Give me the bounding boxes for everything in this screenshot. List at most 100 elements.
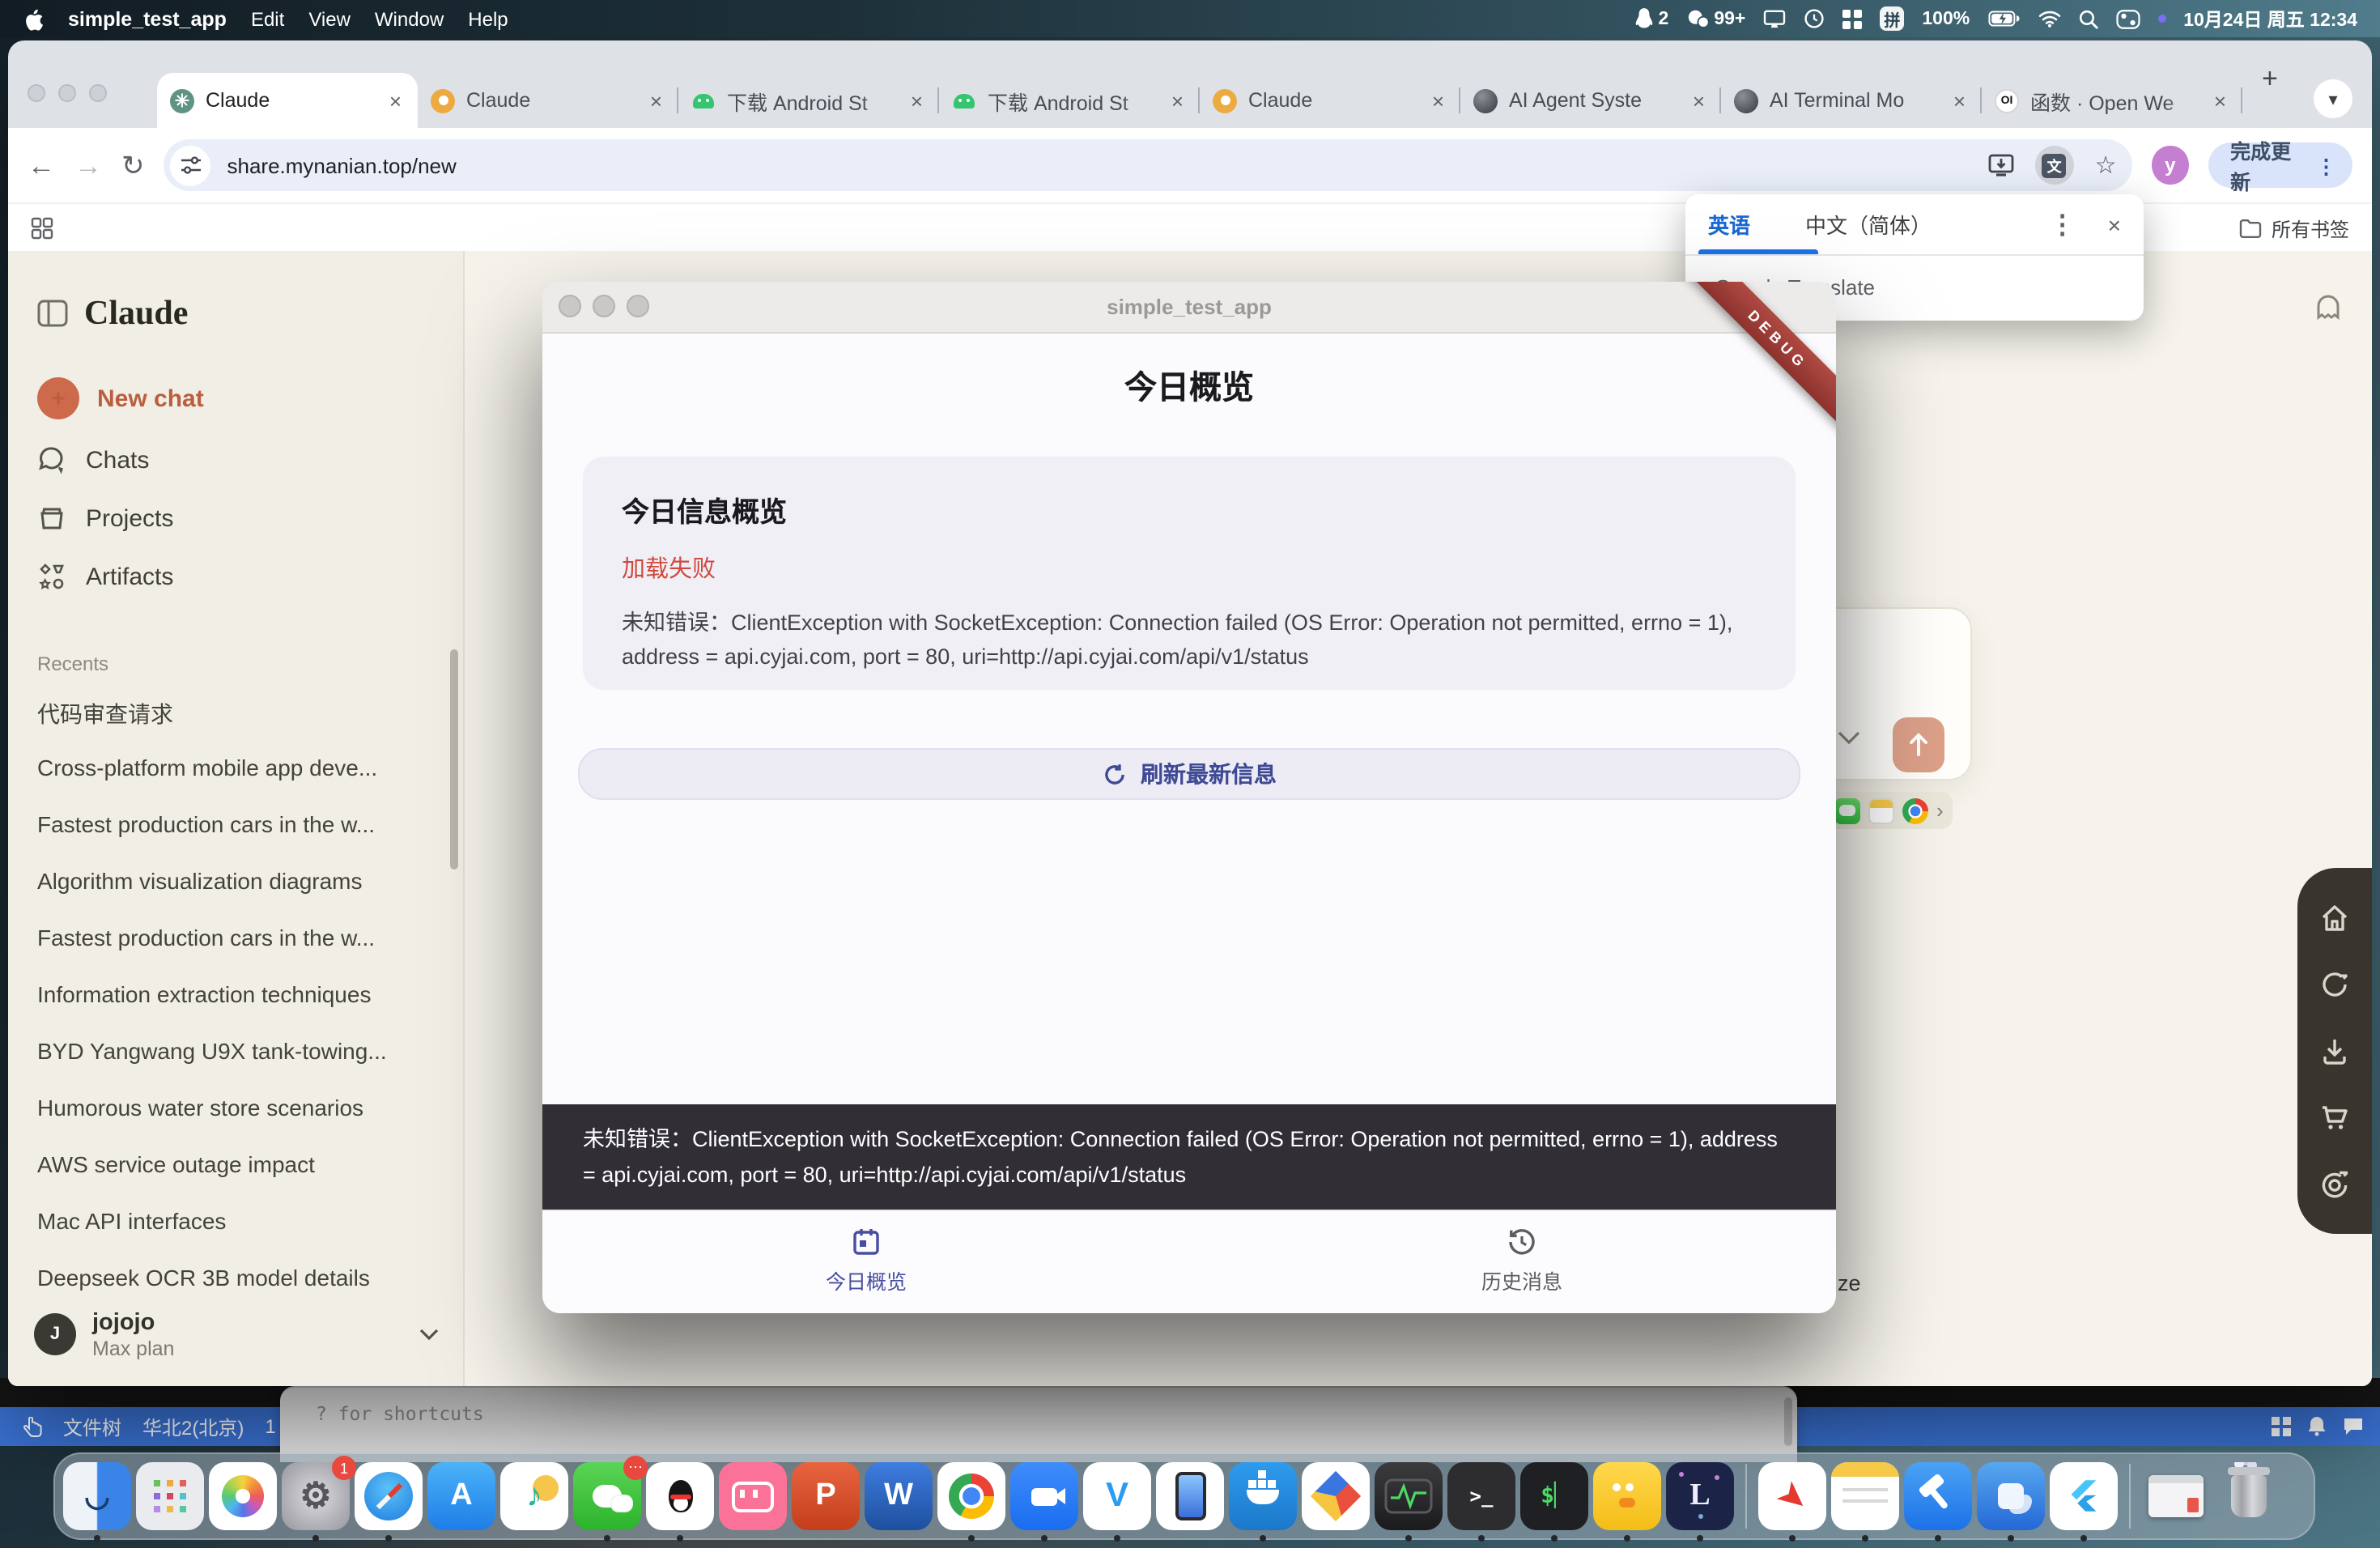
tab-close-icon[interactable]: × — [386, 88, 405, 113]
dock-sunlogin[interactable]: ➤ — [1758, 1462, 1826, 1530]
tab-claude-3[interactable]: Claude× — [1200, 73, 1460, 128]
forward-button[interactable]: → — [74, 151, 102, 179]
all-bookmarks[interactable]: 所有书签 — [2239, 215, 2349, 242]
site-settings-icon[interactable] — [171, 145, 211, 185]
dock-photos[interactable] — [209, 1462, 277, 1530]
dock-lilisi-network[interactable]: L — [1666, 1462, 1734, 1530]
tab-android-studio-2[interactable]: 下载 Android St× — [939, 73, 1200, 128]
tab-ai-agent[interactable]: AI Agent Syste× — [1460, 73, 1721, 128]
home-icon[interactable] — [2318, 902, 2351, 934]
minimize-window-button[interactable] — [58, 84, 76, 102]
chrome-menu-icon[interactable]: ⋮ — [2316, 153, 2336, 177]
dock-chrome[interactable] — [937, 1462, 1005, 1530]
dock-music[interactable]: ♪ — [500, 1462, 568, 1530]
recent-chat[interactable]: Cross-platform mobile app deve... — [37, 755, 442, 780]
dock-docker[interactable] — [1229, 1462, 1297, 1530]
tab-close-icon[interactable]: × — [907, 88, 926, 113]
dock-tencent-meeting[interactable] — [1010, 1462, 1078, 1530]
model-chevron-icon[interactable] — [1838, 730, 1860, 745]
recent-chat[interactable]: Fastest production cars in the w... — [37, 811, 442, 837]
wechat-status-item[interactable]: 99+ — [1686, 9, 1745, 28]
tab-close-icon[interactable]: × — [1168, 88, 1187, 113]
display-icon[interactable] — [1763, 9, 1786, 28]
time-machine-icon[interactable] — [1804, 8, 1825, 29]
taskbar-bell-icon[interactable] — [2307, 1415, 2327, 1436]
sidebar-scrollbar[interactable] — [450, 649, 458, 870]
tab-claude-active[interactable]: ✳Claude× — [157, 73, 418, 128]
dock-qq[interactable] — [646, 1462, 714, 1530]
dock-trash[interactable] — [2215, 1462, 2283, 1530]
dock-cyberduck[interactable] — [1593, 1462, 1661, 1530]
dock-dev-cube[interactable] — [1302, 1462, 1370, 1530]
taskbar-file-tree[interactable]: 文件树 — [63, 1413, 121, 1440]
minimize-window-button[interactable] — [593, 295, 615, 317]
menu-edit[interactable]: Edit — [251, 7, 284, 30]
qq-status-item[interactable]: 2 — [1636, 8, 1669, 29]
recent-chat[interactable]: 代码审查请求 — [37, 698, 442, 730]
profile-avatar[interactable]: y — [2153, 146, 2189, 185]
recent-chat[interactable]: Mac API interfaces — [37, 1208, 442, 1234]
recent-chat[interactable]: Deepseek OCR 3B model details — [37, 1265, 442, 1291]
zoom-window-button[interactable] — [89, 84, 107, 102]
tab-ai-terminal[interactable]: AI Terminal Mo× — [1721, 73, 1982, 128]
menu-help[interactable]: Help — [468, 7, 508, 30]
hand-pointer-icon[interactable] — [23, 1416, 42, 1437]
sidebar-item-projects[interactable]: Projects — [37, 504, 173, 533]
apple-logo-icon[interactable] — [23, 6, 44, 31]
nav-today-overview[interactable]: 今日概览 — [769, 1226, 963, 1295]
taskbar-grid-icon[interactable] — [2272, 1416, 2291, 1435]
translate-menu-icon[interactable]: ⋮ — [2050, 208, 2076, 240]
tab-claude-2[interactable]: Claude× — [418, 73, 678, 128]
search-icon[interactable] — [2078, 9, 2097, 28]
dock-build-tool[interactable] — [1904, 1462, 1972, 1530]
active-app-name[interactable]: simple_test_app — [68, 7, 227, 30]
taskbar-region[interactable]: 华北2(北京) — [142, 1413, 244, 1440]
translate-tab-target[interactable]: 中文（简体） — [1805, 209, 1932, 240]
download-icon[interactable] — [2318, 1035, 2351, 1067]
tab-close-icon[interactable]: × — [2211, 88, 2229, 113]
reload-button[interactable]: ↻ — [121, 151, 145, 179]
dock-word[interactable]: W — [865, 1462, 933, 1530]
address-bar[interactable]: share.mynanian.top/new 文 ☆ — [164, 139, 2133, 191]
close-window-button[interactable] — [559, 295, 581, 317]
tab-search-chevron[interactable]: ▾ — [2314, 79, 2352, 118]
tab-close-icon[interactable]: × — [1429, 88, 1447, 113]
tab-android-studio-1[interactable]: 下载 Android St× — [678, 73, 939, 128]
chevron-right-icon[interactable]: › — [1936, 798, 1944, 823]
recent-chat[interactable]: Information extraction techniques — [37, 981, 442, 1007]
apps-grid-icon[interactable] — [31, 217, 53, 240]
dock-blue-app[interactable] — [1977, 1462, 2045, 1530]
window-tiles-icon[interactable] — [1842, 9, 1862, 28]
recent-chat[interactable]: Fastest production cars in the w... — [37, 925, 442, 950]
control-center-icon[interactable] — [2115, 9, 2140, 28]
dock-notes[interactable] — [1831, 1462, 1899, 1530]
ghost-icon[interactable] — [2314, 293, 2343, 322]
new-tab-button[interactable]: + — [2262, 63, 2278, 96]
tab-close-icon[interactable]: × — [1689, 88, 1708, 113]
dock-iterm[interactable]: $▏ — [1520, 1462, 1588, 1530]
sidebar-toggle-icon[interactable] — [37, 300, 68, 327]
sidebar-item-artifacts[interactable]: Artifacts — [37, 562, 173, 591]
dock-finder[interactable]: ◡ — [63, 1462, 131, 1530]
dock-flutter[interactable] — [2050, 1462, 2118, 1530]
tab-close-icon[interactable]: × — [1950, 88, 1969, 113]
dock-vscode[interactable]: V — [1083, 1462, 1151, 1530]
google-translate-icon[interactable]: 文 — [2035, 146, 2074, 185]
dock-system-settings[interactable]: 1⚙ — [282, 1462, 350, 1530]
dock-activity-monitor[interactable] — [1375, 1462, 1443, 1530]
dock-safari[interactable] — [355, 1462, 423, 1530]
recent-chat[interactable]: BYD Yangwang U9X tank-towing... — [37, 1038, 442, 1064]
dock-bilibili[interactable] — [719, 1462, 787, 1530]
recent-chat[interactable]: AWS service outage impact — [37, 1151, 442, 1177]
refresh-icon[interactable] — [2318, 968, 2351, 1001]
send-button[interactable] — [1893, 717, 1944, 772]
recent-chat[interactable]: Algorithm visualization diagrams — [37, 868, 442, 894]
translate-tab-source[interactable]: 英语 — [1708, 209, 1750, 240]
retarget-icon[interactable] — [2318, 1167, 2351, 1200]
notes-mini-icon[interactable] — [1868, 797, 1894, 823]
menu-view[interactable]: View — [308, 7, 351, 30]
close-window-button[interactable] — [28, 84, 45, 102]
dock-terminal[interactable]: >_ — [1447, 1462, 1515, 1530]
install-app-icon[interactable] — [1988, 154, 2014, 176]
dock-powerpoint[interactable]: P — [792, 1462, 860, 1530]
